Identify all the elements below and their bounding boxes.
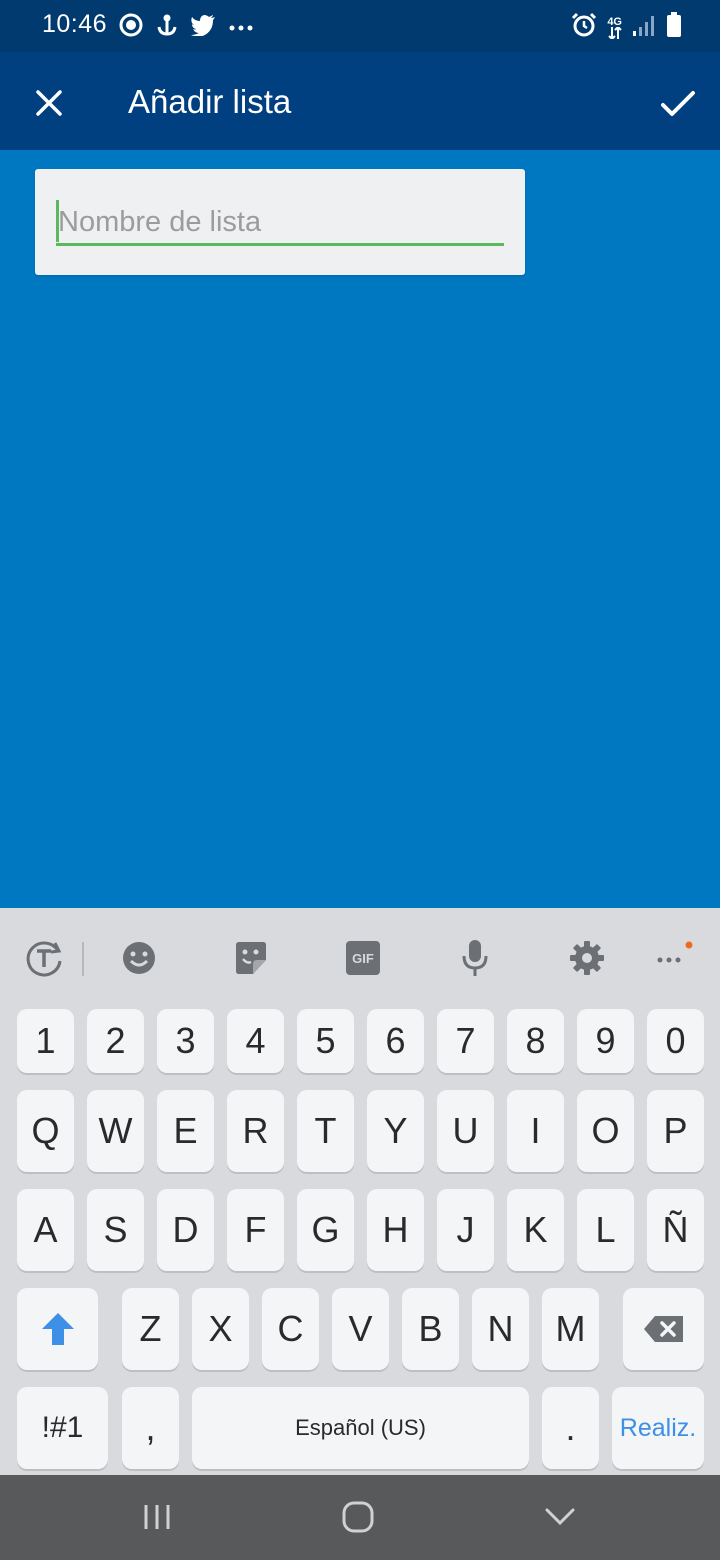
more-options-button[interactable] — [650, 936, 694, 980]
key-5[interactable]: 5 — [297, 1009, 354, 1073]
back-button[interactable] — [530, 1495, 590, 1539]
key-n[interactable]: N — [472, 1288, 529, 1370]
status-icons-left — [118, 12, 254, 43]
key-z[interactable]: Z — [122, 1288, 179, 1370]
text-mode-button[interactable] — [22, 936, 66, 980]
key-g[interactable]: G — [297, 1189, 354, 1271]
symbols-key[interactable]: !#1 — [17, 1387, 108, 1469]
recents-icon — [144, 1505, 170, 1529]
backspace-key[interactable] — [623, 1288, 704, 1370]
status-icons-right: 4G — [571, 12, 682, 43]
key-9[interactable]: 9 — [577, 1009, 634, 1073]
network-label: 4G — [607, 15, 622, 28]
key-x[interactable]: X — [192, 1288, 249, 1370]
key-1[interactable]: 1 — [17, 1009, 74, 1073]
list-name-card — [35, 169, 525, 275]
key-8[interactable]: 8 — [507, 1009, 564, 1073]
more-dots-icon — [228, 19, 254, 37]
gif-label: GIF — [352, 950, 374, 966]
gif-button[interactable]: GIF — [341, 936, 385, 980]
key-n-tilde[interactable]: Ñ — [647, 1189, 704, 1271]
recents-button[interactable] — [127, 1495, 187, 1539]
page-title: Añadir lista — [128, 83, 292, 120]
status-bar: 10:46 4G — [0, 0, 720, 52]
sticker-button[interactable] — [229, 936, 273, 980]
close-icon — [36, 90, 62, 116]
app-bar: Añadir lista — [0, 52, 720, 150]
more-icon — [657, 941, 693, 963]
key-f[interactable]: F — [227, 1189, 284, 1271]
home-icon — [342, 1501, 374, 1533]
system-nav-bar — [0, 1475, 720, 1560]
done-key[interactable]: Realiz. — [612, 1387, 704, 1469]
content-area — [0, 150, 720, 908]
text-mode-icon — [26, 941, 62, 977]
shift-key[interactable] — [17, 1288, 98, 1370]
key-q[interactable]: Q — [17, 1090, 74, 1172]
key-m[interactable]: M — [542, 1288, 599, 1370]
sticker-icon — [236, 942, 266, 974]
keyboard: GIF 1 2 3 4 5 6 7 8 9 0 Q W E R T Y U I … — [0, 908, 720, 1475]
key-s[interactable]: S — [87, 1189, 144, 1271]
confirm-button[interactable] — [654, 80, 702, 128]
key-c[interactable]: C — [262, 1288, 319, 1370]
anchor-icon — [156, 13, 178, 42]
back-chevron-icon — [545, 1508, 575, 1526]
key-i[interactable]: I — [507, 1090, 564, 1172]
settings-gear-icon — [118, 12, 144, 43]
shift-arrow-icon — [41, 1313, 74, 1345]
key-j[interactable]: J — [437, 1189, 494, 1271]
key-a[interactable]: A — [17, 1189, 74, 1271]
toolbar-divider — [82, 942, 84, 976]
microphone-icon — [462, 940, 488, 976]
backspace-icon — [643, 1316, 683, 1342]
comma-key[interactable]: , — [122, 1387, 179, 1469]
4g-icon: 4G — [607, 15, 622, 39]
key-y[interactable]: Y — [367, 1090, 424, 1172]
close-button[interactable] — [26, 80, 72, 126]
twitter-icon — [190, 14, 216, 41]
key-r[interactable]: R — [227, 1090, 284, 1172]
battery-icon — [666, 12, 682, 43]
space-key[interactable]: Español (US) — [192, 1387, 529, 1469]
alarm-icon — [571, 12, 597, 43]
gif-icon: GIF — [346, 941, 380, 975]
key-2[interactable]: 2 — [87, 1009, 144, 1073]
period-key[interactable]: . — [542, 1387, 599, 1469]
key-7[interactable]: 7 — [437, 1009, 494, 1073]
key-0[interactable]: 0 — [647, 1009, 704, 1073]
list-name-input[interactable] — [56, 202, 504, 246]
key-4[interactable]: 4 — [227, 1009, 284, 1073]
key-o[interactable]: O — [577, 1090, 634, 1172]
status-time: 10:46 — [42, 10, 108, 38]
keyboard-settings-button[interactable] — [565, 936, 609, 980]
check-icon — [661, 91, 695, 116]
key-6[interactable]: 6 — [367, 1009, 424, 1073]
key-l[interactable]: L — [577, 1189, 634, 1271]
settings-icon — [570, 941, 604, 975]
key-k[interactable]: K — [507, 1189, 564, 1271]
text-cursor — [56, 200, 59, 242]
voice-input-button[interactable] — [453, 936, 497, 980]
key-v[interactable]: V — [332, 1288, 389, 1370]
keyboard-toolbar: GIF — [0, 908, 720, 1008]
key-b[interactable]: B — [402, 1288, 459, 1370]
key-w[interactable]: W — [87, 1090, 144, 1172]
key-h[interactable]: H — [367, 1189, 424, 1271]
key-e[interactable]: E — [157, 1090, 214, 1172]
home-button[interactable] — [328, 1495, 388, 1539]
key-d[interactable]: D — [157, 1189, 214, 1271]
key-p[interactable]: P — [647, 1090, 704, 1172]
key-t[interactable]: T — [297, 1090, 354, 1172]
emoji-button[interactable] — [117, 936, 161, 980]
key-u[interactable]: U — [437, 1090, 494, 1172]
emoji-icon — [123, 942, 155, 974]
key-3[interactable]: 3 — [157, 1009, 214, 1073]
signal-icon — [632, 13, 656, 42]
